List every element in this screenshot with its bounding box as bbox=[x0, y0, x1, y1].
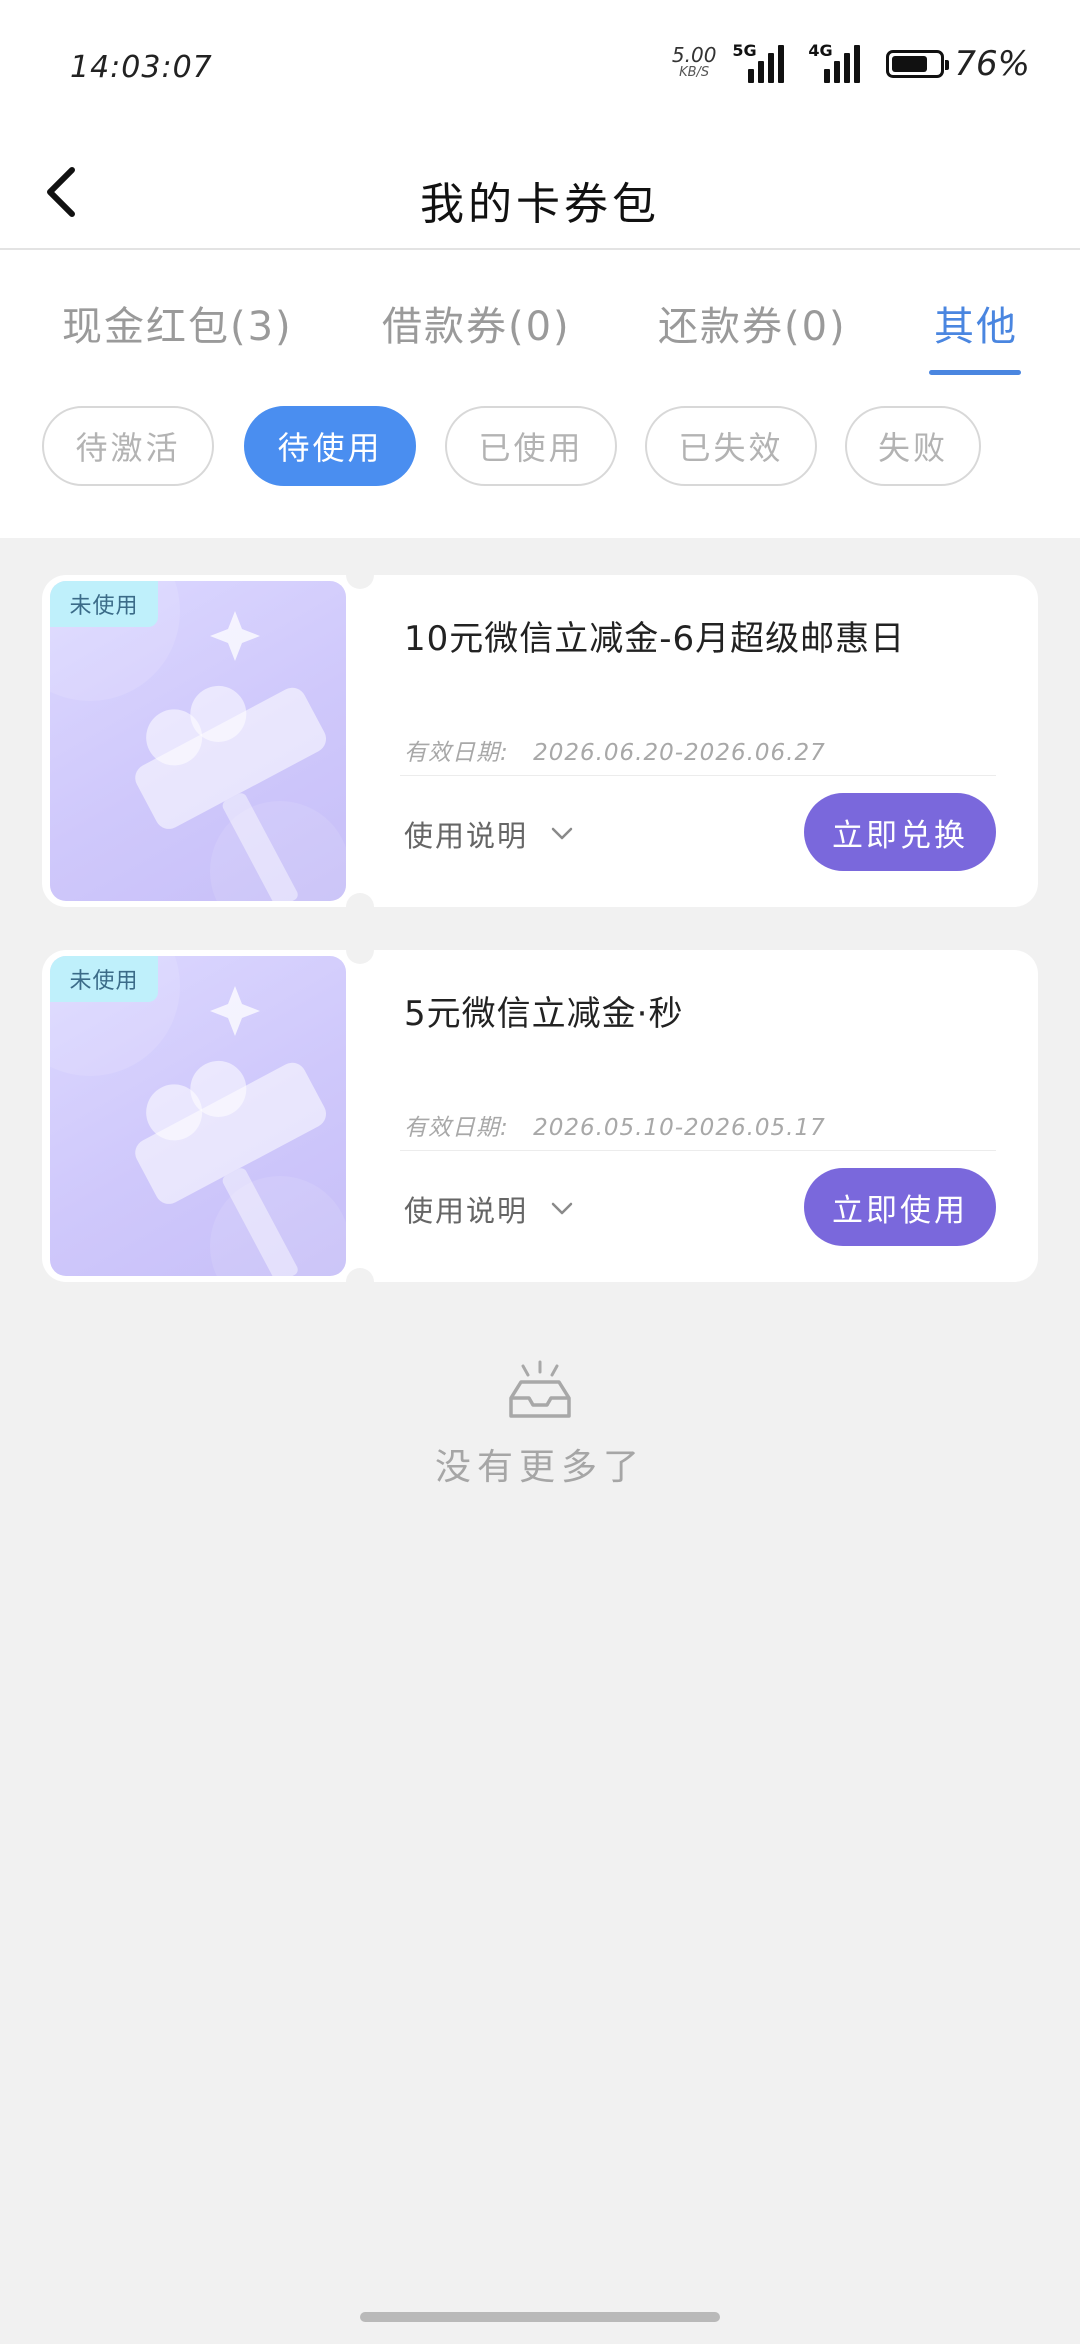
tab-repayment-coupon[interactable]: 还款券(0) bbox=[658, 294, 847, 352]
active-tab-indicator bbox=[929, 370, 1021, 375]
signal-4g-label: 4G bbox=[808, 41, 833, 60]
end-of-list: 没有更多了 bbox=[0, 1360, 1080, 1490]
filter-pending-use[interactable]: 待使用 bbox=[244, 406, 416, 486]
home-indicator[interactable] bbox=[360, 2312, 720, 2322]
status-time: 14:03:07 bbox=[70, 50, 213, 85]
chevron-down-icon bbox=[551, 1202, 573, 1215]
network-speed: 5.00 KB/S bbox=[671, 43, 717, 82]
filter-failed[interactable]: 失败 bbox=[845, 406, 981, 486]
empty-inbox-icon bbox=[505, 1360, 575, 1424]
signal-5g-icon: 5G bbox=[732, 41, 792, 83]
battery-icon bbox=[886, 50, 950, 78]
status-badge: 未使用 bbox=[50, 581, 158, 627]
status-filters: 待激活 待使用 已使用 已失效 失败 bbox=[0, 380, 1080, 538]
use-now-button[interactable]: 立即使用 bbox=[804, 1168, 996, 1246]
filter-expired[interactable]: 已失效 bbox=[645, 406, 817, 486]
usage-label: 使用说明 bbox=[404, 1194, 529, 1228]
page-title: 我的卡券包 bbox=[420, 179, 660, 230]
category-tabs: 现金红包(3) 借款券(0) 还款券(0) 其他 bbox=[0, 250, 1080, 380]
usage-instructions-toggle[interactable]: 使用说明 bbox=[404, 813, 574, 855]
tab-loan-coupon[interactable]: 借款券(0) bbox=[382, 294, 571, 352]
status-bar: 14:03:07 5.00 KB/S 5G 4G 76% bbox=[0, 0, 1080, 140]
no-more-text: 没有更多了 bbox=[434, 1447, 645, 1488]
validity-range: 2026.05.10-2026.05.17 bbox=[533, 1115, 826, 1141]
coupon-validity: 有效日期: 2026.05.10-2026.05.17 bbox=[404, 1108, 826, 1142]
battery-indicator: 76% bbox=[886, 44, 1030, 84]
signal-4g-icon: 4G bbox=[808, 41, 868, 83]
network-speed-value: 5.00 bbox=[671, 43, 717, 67]
chevron-down-icon bbox=[551, 827, 573, 840]
signal-5g-label: 5G bbox=[732, 41, 757, 60]
tab-cash-red-packet[interactable]: 现金红包(3) bbox=[62, 294, 293, 352]
filter-pending-activation[interactable]: 待激活 bbox=[42, 406, 214, 486]
coupon-card[interactable]: 未使用 10元微信立减金-6月超级邮惠日 有效日期: 2026.06.20-20… bbox=[42, 561, 1038, 921]
usage-instructions-toggle[interactable]: 使用说明 bbox=[404, 1188, 574, 1230]
status-indicators: 5.00 KB/S 5G 4G 76% bbox=[671, 41, 1030, 84]
coupon-validity: 有效日期: 2026.06.20-2026.06.27 bbox=[404, 733, 826, 767]
coupon-card[interactable]: 未使用 5元微信立减金·秒 有效日期: 2026.05.10-2026.05.1… bbox=[42, 936, 1038, 1296]
gift-illustration-icon bbox=[50, 581, 346, 901]
status-badge: 未使用 bbox=[50, 956, 158, 1002]
nav-bar: 我的卡券包 bbox=[0, 140, 1080, 250]
tab-other[interactable]: 其他 bbox=[934, 294, 1018, 352]
usage-label: 使用说明 bbox=[404, 819, 529, 853]
validity-label: 有效日期: bbox=[404, 1115, 509, 1141]
validity-range: 2026.06.20-2026.06.27 bbox=[533, 740, 826, 766]
top-panel: 14:03:07 5.00 KB/S 5G 4G 76% 我的卡券包 现金红包(… bbox=[0, 0, 1080, 538]
coupon-image: 未使用 bbox=[50, 956, 346, 1276]
network-speed-unit: KB/S bbox=[679, 65, 710, 80]
validity-label: 有效日期: bbox=[404, 740, 509, 766]
filter-used[interactable]: 已使用 bbox=[445, 406, 617, 486]
battery-fill bbox=[892, 56, 928, 72]
coupon-image: 未使用 bbox=[50, 581, 346, 901]
coupon-title: 10元微信立减金-6月超级邮惠日 bbox=[404, 619, 906, 659]
battery-percent: 76% bbox=[954, 44, 1030, 84]
coupon-title: 5元微信立减金·秒 bbox=[404, 994, 684, 1034]
redeem-now-button[interactable]: 立即兑换 bbox=[804, 793, 996, 871]
gift-illustration-icon bbox=[50, 956, 346, 1276]
